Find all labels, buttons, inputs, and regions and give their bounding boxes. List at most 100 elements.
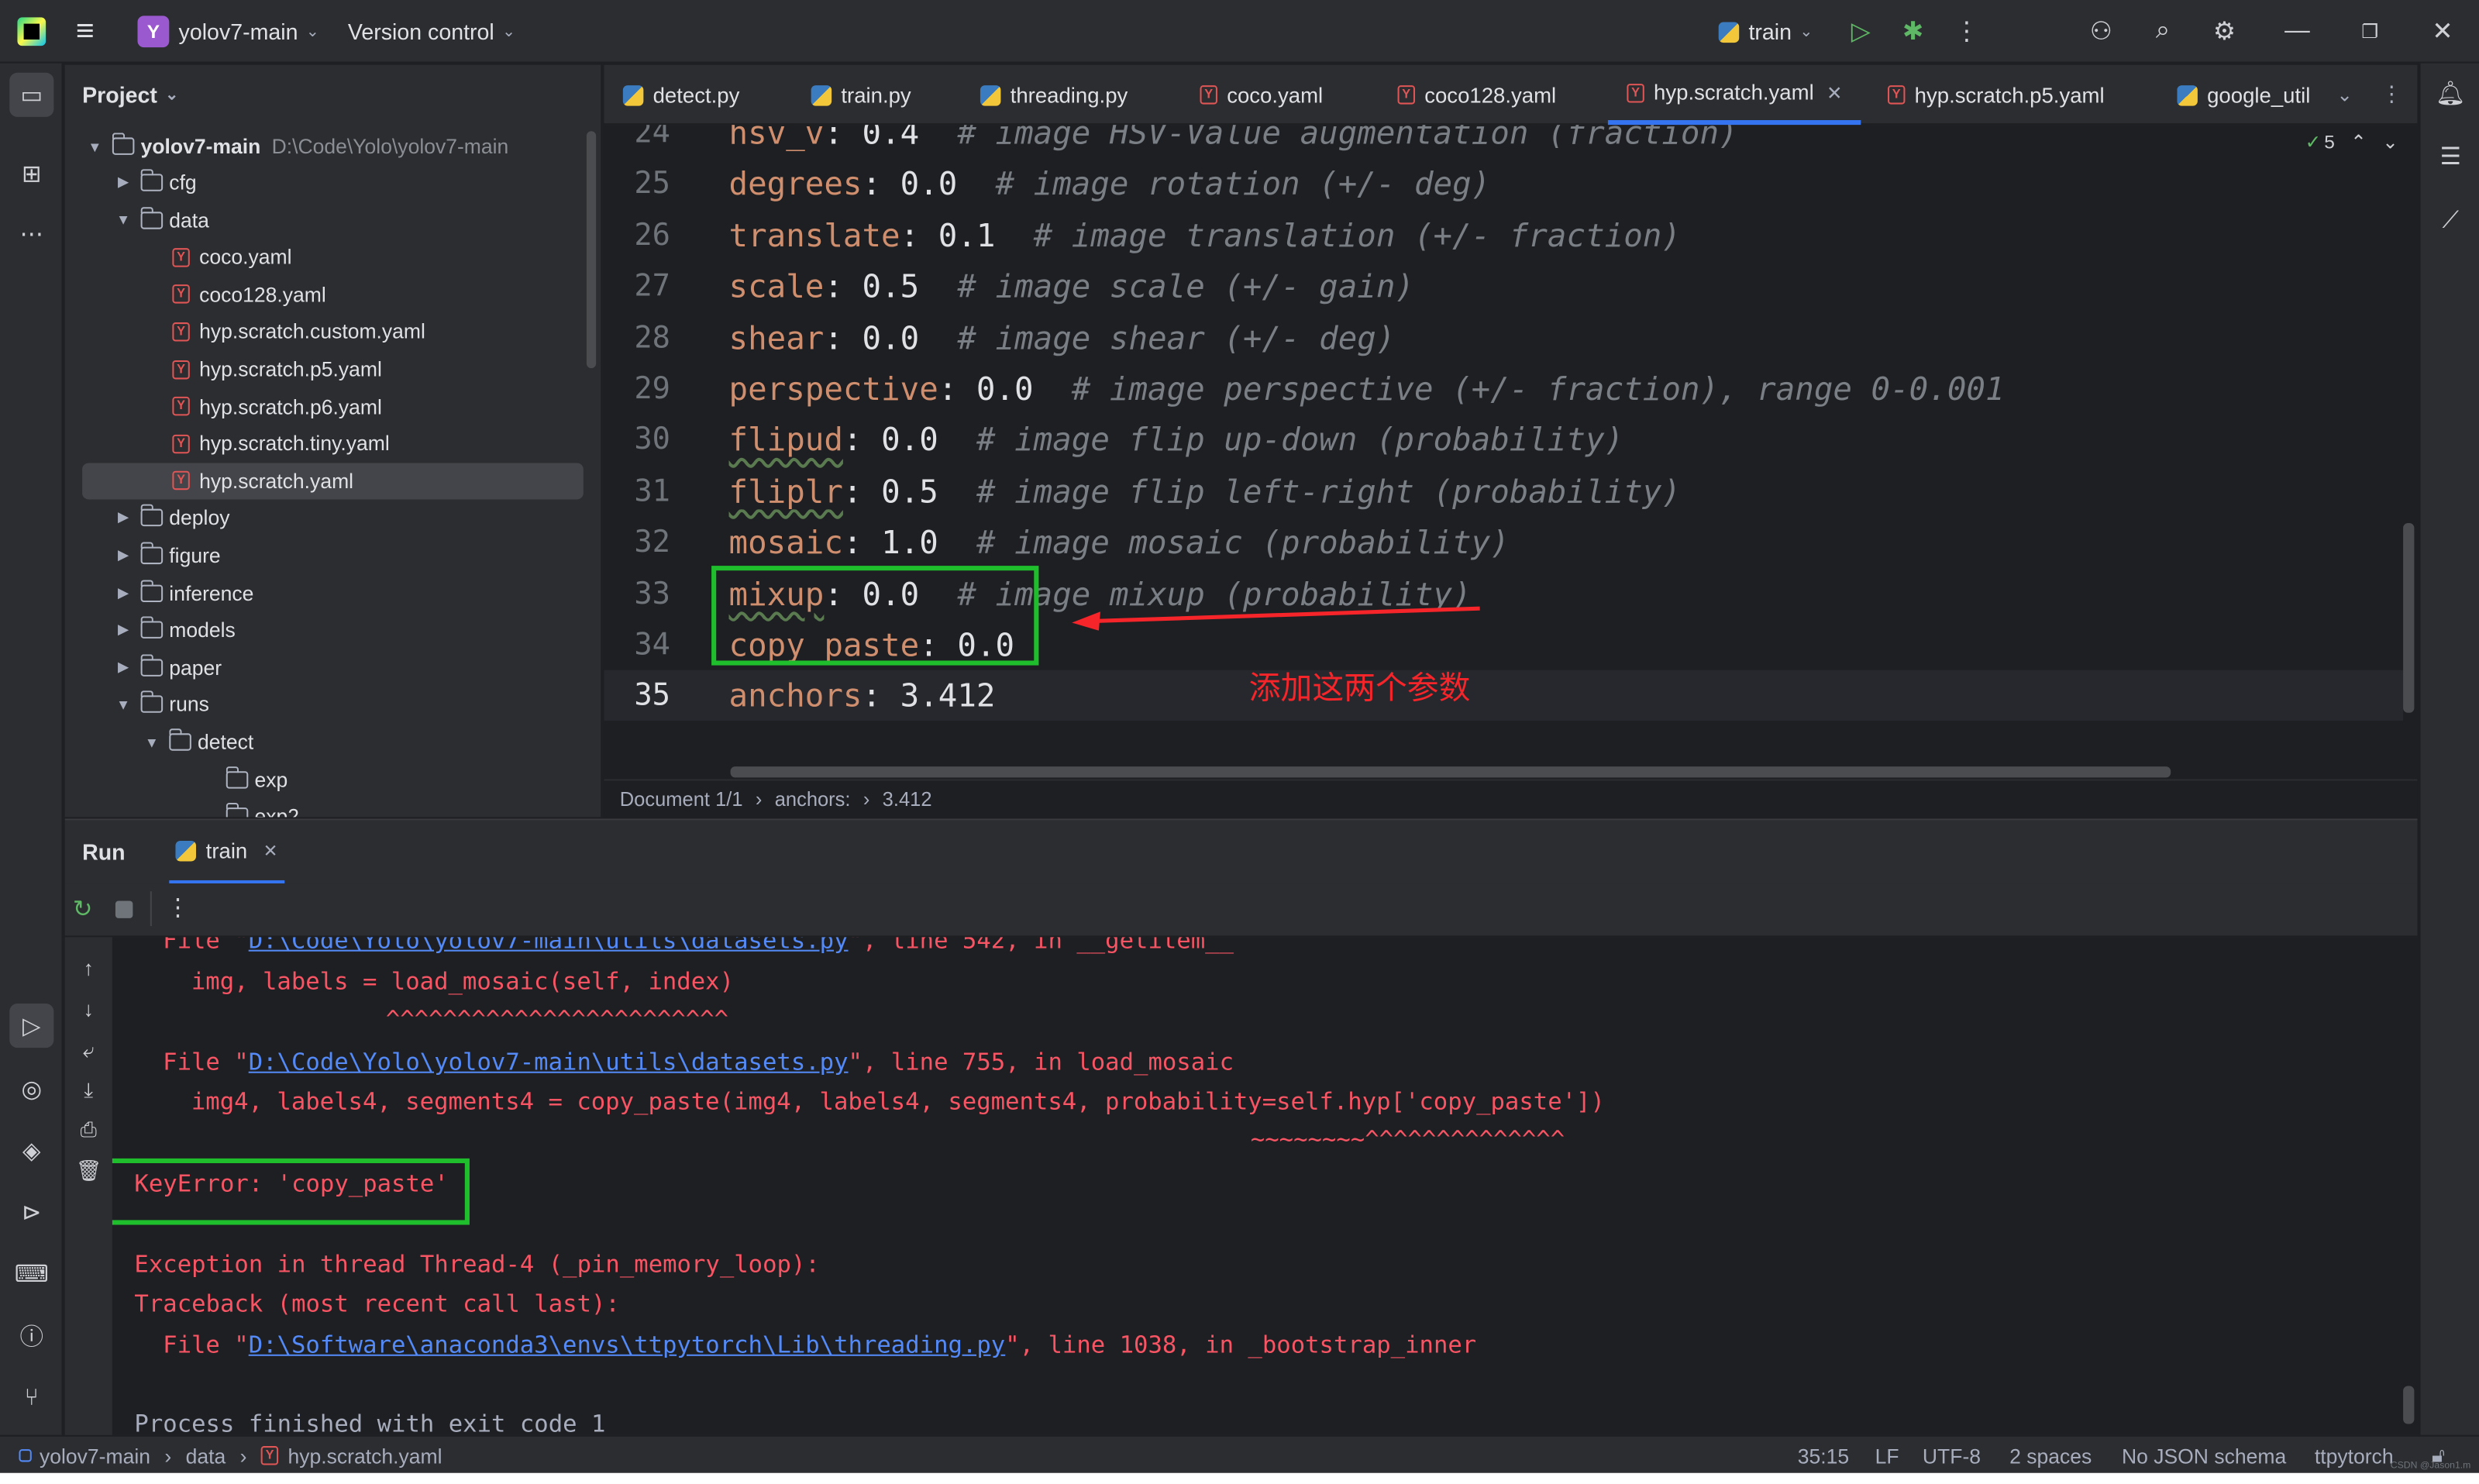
more-icon[interactable]: ⋮	[166, 893, 190, 921]
print-icon[interactable]: ⎙	[76, 1117, 102, 1143]
tree-file[interactable]: Ycoco128.yaml	[172, 276, 326, 312]
tree-folder[interactable]: exp	[198, 761, 287, 797]
tree-folder[interactable]: ▶ paper	[112, 649, 222, 686]
notifications-bell-icon[interactable]: 🔔︎	[2430, 73, 2471, 114]
code-line[interactable]: 35 anchors: 3.412	[604, 670, 2404, 721]
stop-icon[interactable]	[115, 900, 133, 918]
line-separator[interactable]: LF	[1875, 1437, 1899, 1475]
code-line[interactable]: 30 flipud: 0.0 # image flip up-down (prob…	[604, 415, 2403, 465]
restore-icon[interactable]: ❐	[2351, 12, 2389, 50]
app-logo-icon[interactable]	[17, 0, 46, 64]
json-schema[interactable]: No JSON schema	[2122, 1437, 2286, 1475]
run-tool-icon[interactable]: ▷	[9, 1004, 54, 1048]
more-tools-icon[interactable]: ⋯	[9, 212, 53, 256]
close-icon[interactable]: ✕	[2424, 12, 2462, 50]
code-line[interactable]: 29 perspective: 0.0 # image perspective (…	[604, 363, 2403, 414]
file-encoding[interactable]: UTF-8	[1923, 1437, 1981, 1475]
services-icon[interactable]: ⊳	[9, 1190, 53, 1234]
tree-file[interactable]: Ycoco.yaml	[172, 239, 291, 275]
tab-detect-py[interactable]: detect.py	[622, 65, 739, 125]
tab-train-py[interactable]: train.py	[811, 65, 911, 125]
file-link[interactable]: D:\Code\Yolo\yolov7-main\utils\datasets.…	[249, 1048, 849, 1076]
breadcrumb-key[interactable]: anchors:	[775, 788, 851, 811]
scroll-to-end-icon[interactable]: ⤓	[76, 1078, 102, 1104]
tab-threading-py[interactable]: threading.py	[980, 65, 1128, 125]
project-panel-header[interactable]: Project ⌄	[65, 65, 601, 125]
tab-close-icon[interactable]: ✕	[1827, 81, 1843, 104]
code-line[interactable]: 27 scale: 0.5 # image scale (+/- gain)	[604, 261, 2403, 312]
tree-file[interactable]: Yhyp.scratch.yaml	[82, 463, 584, 500]
tab-coco-yaml[interactable]: Ycoco.yaml	[1200, 65, 1323, 125]
file-link[interactable]: D:\Software\anaconda3\envs\ttpytorch\Lib…	[249, 1331, 1006, 1359]
more-actions-icon[interactable]: ⋮	[1948, 12, 1986, 50]
status-crumb-file[interactable]: hyp.scratch.yaml	[288, 1444, 442, 1468]
project-switcher[interactable]: Y yolov7-main ⌄	[137, 0, 319, 64]
tree-folder[interactable]: ▶ models	[112, 612, 236, 649]
search-icon[interactable]: ⌕	[2144, 12, 2182, 50]
collapsed-arrow-icon[interactable]: ▶	[112, 547, 135, 564]
tab-coco128-yaml[interactable]: Ycoco128.yaml	[1397, 65, 1556, 125]
tabs-more-icon[interactable]: ⋮	[2381, 65, 2403, 125]
console-scrollbar[interactable]	[2403, 1386, 2415, 1424]
rerun-icon[interactable]: ↻	[73, 894, 93, 923]
status-crumb-folder[interactable]: data	[186, 1444, 226, 1468]
git-branch-icon[interactable]: ⑂	[9, 1375, 53, 1419]
problems-icon[interactable]: ⓘ	[9, 1314, 53, 1358]
expanded-arrow-icon[interactable]: ▼	[112, 212, 135, 227]
tree-file[interactable]: Yhyp.scratch.p6.yaml	[172, 388, 382, 425]
tree-folder[interactable]: ▼ runs	[112, 687, 209, 723]
python-console-icon[interactable]: ◎	[9, 1067, 53, 1111]
tree-folder[interactable]: ▼ detect	[141, 724, 253, 760]
expanded-arrow-icon[interactable]: ▼	[112, 697, 135, 712]
tree-folder[interactable]: exp2	[198, 798, 299, 818]
tree-folder[interactable]: ▶ figure	[112, 537, 221, 573]
status-crumb-project[interactable]: yolov7-main	[40, 1444, 150, 1468]
collapsed-arrow-icon[interactable]: ▶	[112, 174, 135, 191]
tab-google-util[interactable]: google_util	[2177, 65, 2312, 125]
python-packages-icon[interactable]: ◈	[9, 1128, 53, 1172]
run-icon[interactable]: ▷	[1842, 12, 1880, 50]
code-line[interactable]: 26 translate: 0.1 # image translation (+/…	[604, 210, 2403, 260]
code-line[interactable]: 28 shear: 0.0 # image shear (+/- deg)	[604, 312, 2403, 363]
collapsed-arrow-icon[interactable]: ▶	[112, 659, 135, 676]
soft-wrap-icon[interactable]: ⤶	[76, 1038, 102, 1064]
clear-trash-icon[interactable]: 🗑︎	[76, 1159, 102, 1184]
indent-setting[interactable]: 2 spaces	[2009, 1437, 2092, 1475]
tab-hyp-scratch-yaml[interactable]: Yhyp.scratch.yaml ✕	[1607, 65, 1862, 126]
console-output[interactable]: File "D:\Code\Yolo\yolov7-main\utils\dat…	[112, 937, 2418, 1437]
code-line[interactable]: 31 fliplr: 0.5 # image flip left-right (p…	[604, 466, 2403, 516]
debug-icon[interactable]: ✱	[1894, 12, 1932, 50]
version-control-menu[interactable]: Version control ⌄	[348, 0, 515, 64]
tree-folder[interactable]: ▶ inference	[112, 575, 253, 611]
tree-folder[interactable]: ▶ cfg	[112, 164, 197, 201]
caret-position[interactable]: 35:15	[1798, 1437, 1849, 1475]
project-scrollbar[interactable]	[586, 131, 597, 369]
run-tab-close-icon[interactable]: ✕	[263, 840, 278, 860]
settings-gear-icon[interactable]: ⚙	[2205, 12, 2243, 50]
next-highlight-icon[interactable]: ⌄	[2382, 131, 2398, 153]
scroll-down-icon[interactable]: ↓	[76, 997, 102, 1023]
prev-highlight-icon[interactable]: ⌃	[2350, 131, 2367, 153]
minimize-icon[interactable]: —	[2278, 12, 2316, 50]
main-menu-icon[interactable]: ≡	[76, 0, 95, 64]
inspection-widget[interactable]: ✓ 5 ⌃ ⌄	[2305, 131, 2398, 153]
structure-icon[interactable]: ⊞	[9, 152, 53, 196]
breadcrumb-value[interactable]: 3.412	[883, 788, 932, 811]
expanded-arrow-icon[interactable]: ▼	[141, 734, 164, 749]
database-icon[interactable]: ☰	[2430, 136, 2471, 177]
tree-file[interactable]: Yhyp.scratch.custom.yaml	[172, 314, 425, 350]
file-link[interactable]: D:\Code\Yolo\yolov7-main\utils\datasets.…	[249, 937, 849, 954]
tab-hyp-scratch-p5-yaml[interactable]: Yhyp.scratch.p5.yaml	[1887, 65, 2105, 125]
code-line[interactable]: 24 hsv_v: 0.4 # image HSV-Value augmentat…	[604, 125, 2403, 158]
tree-root[interactable]: ▼ yolov7-main D:\Code\Yolo\yolov7-main	[84, 128, 508, 164]
sciview-icon[interactable]: ⟋	[2430, 199, 2471, 240]
collapsed-arrow-icon[interactable]: ▶	[112, 584, 135, 601]
terminal-icon[interactable]: ⌨	[9, 1252, 53, 1296]
code-line[interactable]: 32 mosaic: 1.0 # image mosaic (probabilit…	[604, 517, 2403, 567]
project-folder-icon[interactable]: ▭	[9, 72, 54, 117]
tree-folder[interactable]: ▶ deploy	[112, 500, 229, 536]
code-line[interactable]: 25 degrees: 0.0 # image rotation (+/- deg…	[604, 159, 2403, 209]
editor-vertical-scrollbar[interactable]	[2403, 523, 2415, 713]
code-editor[interactable]: 24 hsv_v: 0.4 # image HSV-Value augmentat…	[604, 125, 2417, 777]
collapsed-arrow-icon[interactable]: ▶	[112, 621, 135, 639]
